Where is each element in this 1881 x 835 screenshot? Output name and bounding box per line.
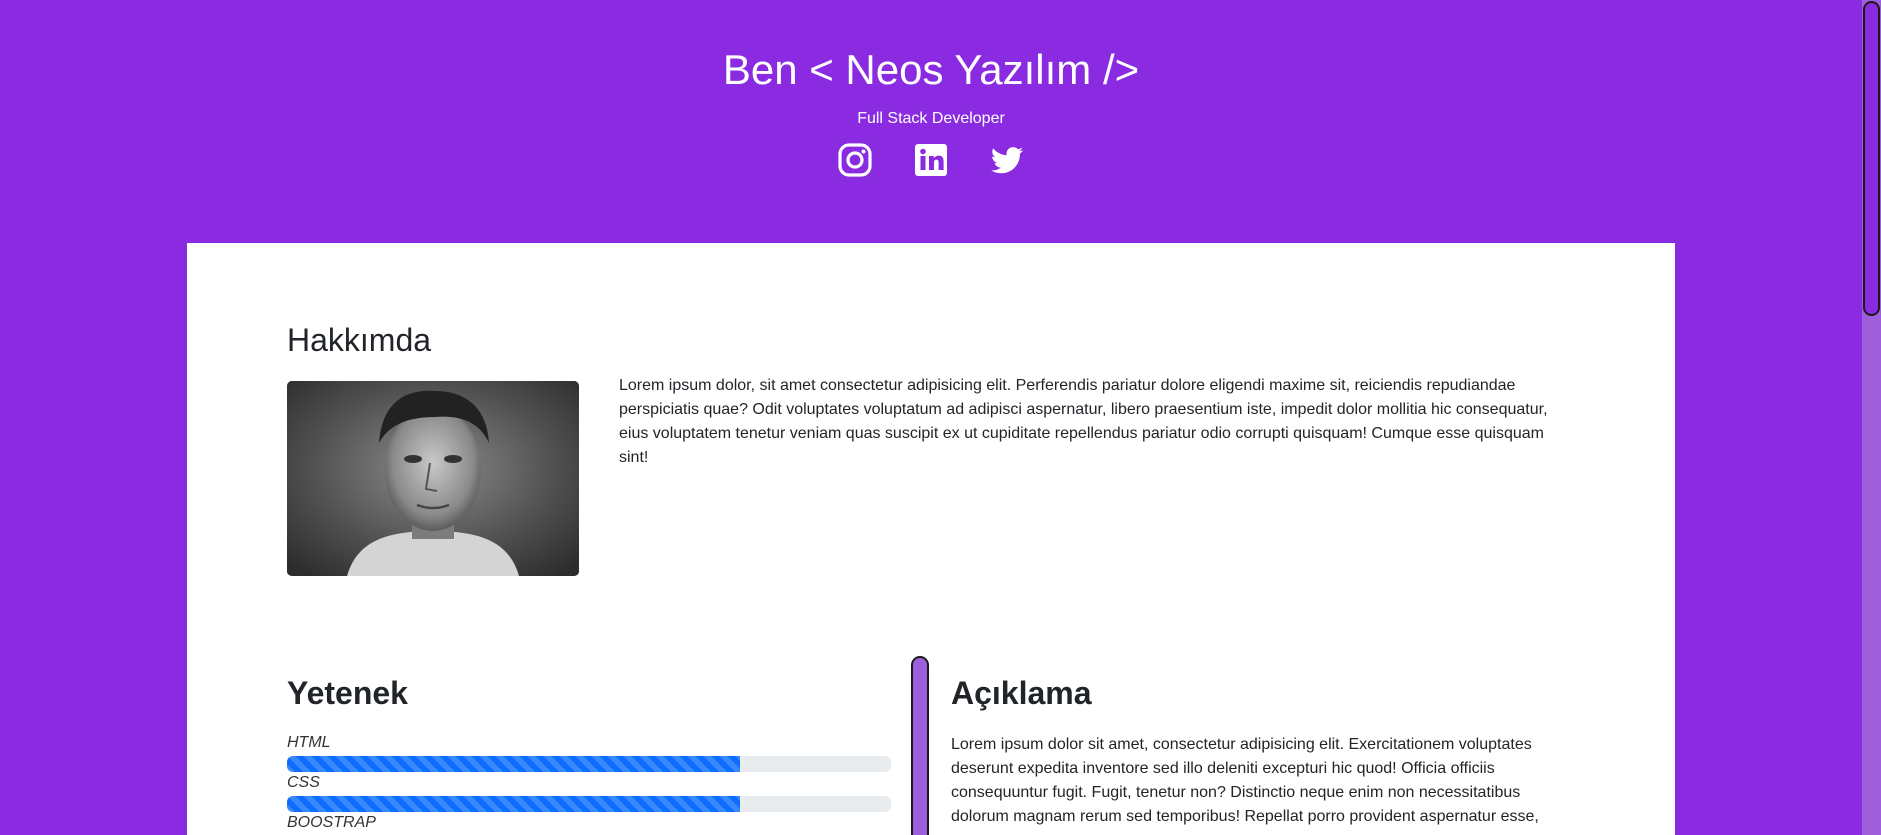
skill-label: CSS (287, 774, 320, 791)
skill-progress-bar (287, 756, 740, 772)
skills-title: Yetenek (287, 675, 408, 711)
site-title: Ben < Neos Yazılım /> (722, 46, 1140, 93)
twitter-link[interactable] (989, 142, 1025, 178)
linkedin-icon (915, 144, 947, 176)
about-text: Lorem ipsum dolor, sit amet consectetur … (619, 377, 1548, 466)
site-subtitle: Full Stack Developer (857, 110, 1005, 127)
twitter-icon (991, 147, 1024, 174)
skill-label: HTML (287, 734, 331, 751)
instagram-link[interactable] (837, 142, 873, 178)
skill-bootstrap: BOOSTRAP (287, 814, 891, 835)
skill-progress-bar (287, 796, 740, 812)
skill-progress-track (287, 796, 891, 812)
skills-scrollbar[interactable] (910, 656, 930, 835)
site-header: Ben < Neos Yazılım /> Full Stack Develop… (0, 0, 1862, 243)
instagram-icon (838, 143, 872, 177)
social-links (0, 142, 1862, 178)
skill-css: CSS (287, 774, 891, 812)
profile-photo (287, 381, 579, 576)
skill-progress-track (287, 756, 891, 772)
page-scrollbar-thumb[interactable] (1863, 1, 1880, 316)
about-title: Hakkımda (287, 322, 432, 358)
skill-label: BOOSTRAP (287, 814, 376, 831)
skill-html: HTML (287, 734, 891, 772)
page-scrollbar[interactable] (1862, 0, 1881, 835)
description-title: Açıklama (951, 675, 1092, 711)
content-card: Hakkımda Lorem ipsum dolor, sit amet con… (187, 243, 1675, 835)
linkedin-link[interactable] (913, 142, 949, 178)
description-text: Lorem ipsum dolor sit amet, consectetur … (951, 736, 1539, 825)
skills-scrollbar-thumb[interactable] (911, 656, 929, 835)
